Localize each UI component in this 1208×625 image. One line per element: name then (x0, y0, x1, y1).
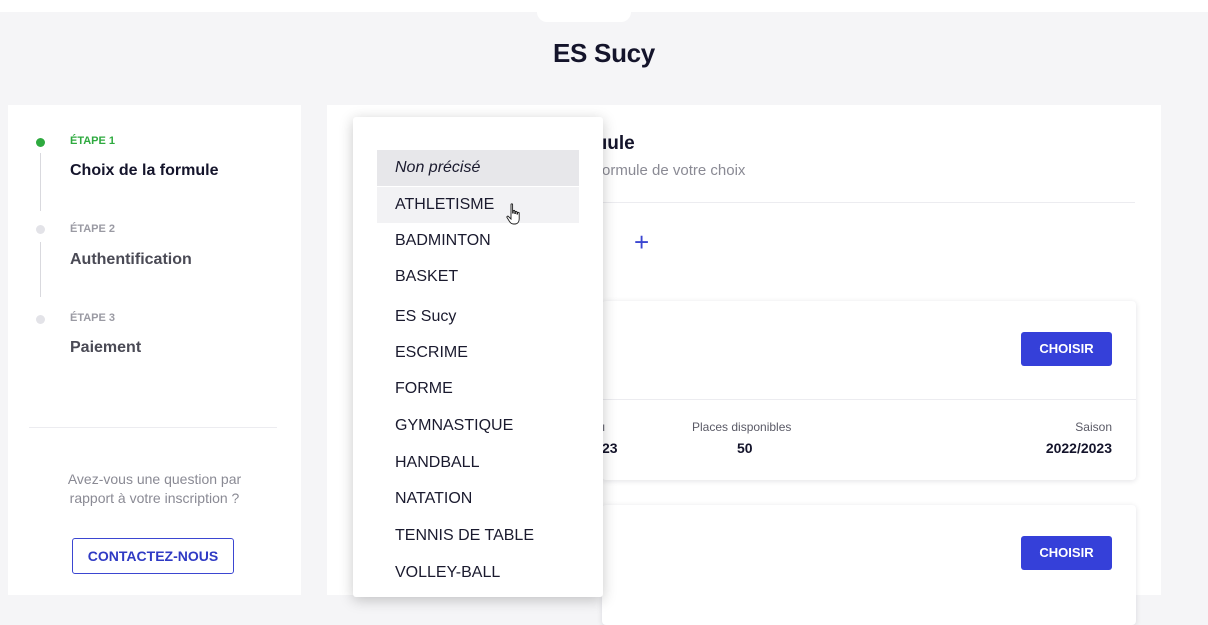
dropdown-option[interactable]: Non précisé (377, 150, 579, 186)
step-1-tag: ÉTAPE 1 (70, 135, 116, 147)
help-text-line: rapport à votre inscription ? (69, 490, 240, 506)
step-3-name: Paiement (70, 339, 142, 356)
step-3-tag: ÉTAPE 3 (70, 312, 116, 324)
card-divider (602, 399, 1136, 400)
formula-card: CHOISIR ı 23 Places disponibles 50 Saiso… (602, 301, 1136, 480)
season-value: 2022/2023 (1045, 440, 1112, 456)
season-label: Saison (1075, 420, 1112, 434)
sidebar-divider (29, 427, 277, 428)
step-3-dot-icon (36, 315, 45, 324)
dropdown-option[interactable]: GYMNASTIQUE (377, 408, 579, 444)
choose-button[interactable]: CHOISIR (1021, 332, 1112, 366)
step-2-tag: ÉTAPE 2 (70, 223, 116, 235)
step-2-name: Authentification (70, 251, 192, 268)
step-2-dot-icon (36, 225, 45, 234)
dropdown-option[interactable]: TENNIS DE TABLE (377, 518, 579, 554)
dropdown-option[interactable]: ESCRIME (377, 335, 579, 371)
section-divider (602, 202, 1135, 203)
dropdown-option[interactable]: BADMINTON (377, 223, 579, 259)
places-value: 50 (737, 440, 753, 456)
section-title: ıule (602, 133, 635, 154)
activity-dropdown-menu: Non précisé ATHLETISME BADMINTON BASKET … (353, 117, 603, 597)
dropdown-option[interactable]: FORME (377, 371, 579, 407)
choose-button[interactable]: CHOISIR (1021, 536, 1112, 570)
dropdown-option[interactable]: BASKET (377, 259, 579, 295)
dropdown-option[interactable]: HANDBALL (377, 445, 579, 481)
step-1-dot-icon (36, 138, 45, 147)
step-connector (40, 153, 41, 211)
steps-sidebar: ÉTAPE 1 Choix de la formule ÉTAPE 2 Auth… (8, 105, 301, 595)
dropdown-option[interactable]: ATHLETISME (377, 187, 579, 223)
formula-card: CHOISIR (602, 505, 1136, 625)
section-subtitle: ormule de votre choix (602, 162, 746, 179)
stat-value-partial: 23 (602, 440, 618, 456)
top-tab-notch (537, 0, 631, 22)
places-label: Places disponibles (692, 420, 792, 434)
help-text-line: Avez-vous une question par (67, 471, 242, 487)
dropdown-option[interactable]: NATATION (377, 481, 579, 517)
hand-cursor-icon (506, 203, 520, 225)
dropdown-option[interactable]: ES Sucy (377, 299, 579, 335)
contact-button[interactable]: CONTACTEZ-NOUS (72, 538, 234, 574)
step-1-name: Choix de la formule (70, 162, 219, 179)
step-connector (40, 242, 41, 297)
dropdown-option[interactable]: VOLLEY-BALL (377, 555, 579, 591)
page-title: ES Sucy (553, 38, 655, 68)
plus-icon[interactable]: + (634, 229, 649, 255)
help-text: Avez-vous une question par rapport à vot… (8, 470, 301, 508)
